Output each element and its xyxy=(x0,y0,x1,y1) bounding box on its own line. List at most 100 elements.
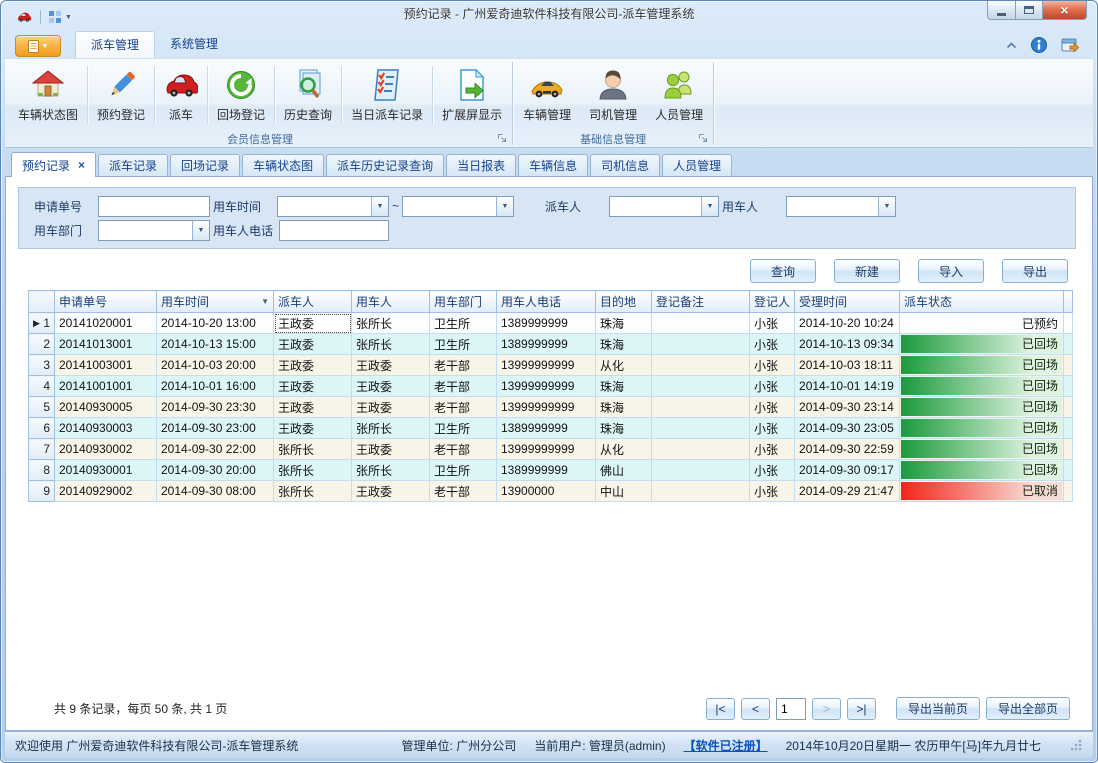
titlebar[interactable]: ▼ 预约记录 - 广州爱奇迪软件科技有限公司-派车管理系统 × xyxy=(5,1,1093,31)
close-tab-icon[interactable]: × xyxy=(78,158,85,172)
cell[interactable]: 珠海 xyxy=(596,376,652,397)
row-selector-cell[interactable]: 5 xyxy=(29,397,55,418)
software-registered-link[interactable]: 【软件已注册】 xyxy=(684,737,768,754)
cell[interactable]: 王政委 xyxy=(352,355,430,376)
cell[interactable]: 张所长 xyxy=(352,418,430,439)
cell[interactable] xyxy=(652,418,750,439)
cell[interactable]: 老干部 xyxy=(430,397,497,418)
cell[interactable]: 王政委 xyxy=(274,397,352,418)
cell[interactable]: 珠海 xyxy=(596,313,652,334)
new-button[interactable]: 新建 xyxy=(834,259,900,283)
dialog-launcher-icon[interactable] xyxy=(497,133,508,144)
dropdown-arrow-icon[interactable]: ▼ xyxy=(371,197,388,216)
row-selector-cell[interactable]: ▶1 xyxy=(29,313,55,334)
cell[interactable]: 20140930003 xyxy=(55,418,157,439)
column-header-申请单号[interactable]: 申请单号 xyxy=(55,291,157,313)
info-icon[interactable] xyxy=(1031,37,1047,53)
cell[interactable]: 2014-09-30 23:05 xyxy=(795,418,900,439)
cell[interactable]: 2014-10-13 09:34 xyxy=(795,334,900,355)
doc-tab-return-records[interactable]: 回场记录 xyxy=(170,154,240,176)
row-selector-cell[interactable]: 2 xyxy=(29,334,55,355)
cell[interactable]: 13999999999 xyxy=(497,376,596,397)
ribbon-button-return-register[interactable]: 回场登记 xyxy=(208,66,274,125)
pager-prev-button[interactable]: < xyxy=(741,698,770,720)
doc-tab-vehicle-info[interactable]: 车辆信息 xyxy=(518,154,588,176)
cell[interactable]: 13999999999 xyxy=(497,397,596,418)
table-row[interactable]: 4201410010012014-10-01 16:00王政委王政委老干部139… xyxy=(29,376,1073,397)
cell[interactable]: 王政委 xyxy=(274,418,352,439)
cell[interactable]: 2014-09-30 22:59 xyxy=(795,439,900,460)
cell[interactable]: 张所长 xyxy=(274,439,352,460)
cell[interactable]: 王政委 xyxy=(352,481,430,502)
resize-grip[interactable] xyxy=(1069,738,1083,752)
cell[interactable]: 13900000 xyxy=(497,481,596,502)
query-button[interactable]: 查询 xyxy=(750,259,816,283)
row-selector-cell[interactable]: 8 xyxy=(29,460,55,481)
cell[interactable] xyxy=(652,439,750,460)
cell[interactable]: 2014-10-03 20:00 xyxy=(157,355,274,376)
cell[interactable]: 王政委 xyxy=(274,313,352,334)
doc-tab-driver-info[interactable]: 司机信息 xyxy=(590,154,660,176)
cell[interactable]: 张所长 xyxy=(352,313,430,334)
cell[interactable]: 小张 xyxy=(750,355,795,376)
application-menu-button[interactable]: ▼ xyxy=(15,35,61,57)
minimize-button[interactable] xyxy=(987,1,1016,20)
cell[interactable]: 王政委 xyxy=(352,397,430,418)
request-no-input[interactable] xyxy=(98,196,210,217)
dropdown-arrow-icon[interactable]: ▼ xyxy=(192,221,209,240)
cell[interactable]: 1389999999 xyxy=(497,418,596,439)
ribbon-button-vehicle-management[interactable]: 车辆管理 xyxy=(514,66,580,125)
cell[interactable]: 小张 xyxy=(750,334,795,355)
cell[interactable]: 小张 xyxy=(750,418,795,439)
cell[interactable] xyxy=(652,334,750,355)
cell[interactable]: 20141001001 xyxy=(55,376,157,397)
use-time-from-combo[interactable]: ▼ xyxy=(277,196,389,217)
cell[interactable] xyxy=(652,460,750,481)
cell[interactable]: 13999999999 xyxy=(497,439,596,460)
cell[interactable]: 2014-10-01 14:19 xyxy=(795,376,900,397)
cell[interactable]: 佛山 xyxy=(596,460,652,481)
cell[interactable] xyxy=(652,397,750,418)
column-header-派车状态[interactable]: 派车状态 xyxy=(900,291,1064,313)
cell[interactable]: 珠海 xyxy=(596,334,652,355)
dropdown-arrow-icon[interactable]: ▼ xyxy=(496,197,513,216)
doc-tab-personnel-management[interactable]: 人员管理 xyxy=(662,154,732,176)
cell[interactable]: 2014-09-30 23:30 xyxy=(157,397,274,418)
ribbon-button-dispatch[interactable]: 派车 xyxy=(155,66,207,125)
use-time-to-combo[interactable]: ▼ xyxy=(402,196,514,217)
cell[interactable]: 20141003001 xyxy=(55,355,157,376)
cell[interactable]: 从化 xyxy=(596,439,652,460)
cell[interactable]: 王政委 xyxy=(274,334,352,355)
ribbon-button-personnel-management[interactable]: 人员管理 xyxy=(646,66,712,125)
row-selector-cell[interactable]: 4 xyxy=(29,376,55,397)
cell[interactable]: 13999999999 xyxy=(497,355,596,376)
dropdown-arrow-icon[interactable]: ▼ xyxy=(878,197,895,216)
cell[interactable]: 张所长 xyxy=(352,460,430,481)
cell[interactable]: 王政委 xyxy=(274,376,352,397)
cell[interactable]: 1389999999 xyxy=(497,334,596,355)
cell[interactable]: 小张 xyxy=(750,313,795,334)
cell[interactable]: 2014-09-30 23:00 xyxy=(157,418,274,439)
doc-tab-vehicle-status-map[interactable]: 车辆状态图 xyxy=(242,154,324,176)
doc-tab-daily-report[interactable]: 当日报表 xyxy=(446,154,516,176)
quick-access-toolbar[interactable]: ▼ xyxy=(48,10,72,24)
ribbon-tab-dispatch-management[interactable]: 派车管理 xyxy=(75,31,155,58)
cell[interactable]: 2014-09-30 23:14 xyxy=(795,397,900,418)
pager-next-button[interactable]: > xyxy=(812,698,841,720)
table-row[interactable]: 3201410030012014-10-03 20:00王政委王政委老干部139… xyxy=(29,355,1073,376)
export-all-pages-button[interactable]: 导出全部页 xyxy=(986,697,1070,720)
cell[interactable] xyxy=(652,313,750,334)
maximize-button[interactable] xyxy=(1016,1,1043,20)
cell[interactable]: 2014-10-20 13:00 xyxy=(157,313,274,334)
dropdown-arrow-icon[interactable]: ▼ xyxy=(701,197,718,216)
cell[interactable]: 1389999999 xyxy=(497,460,596,481)
row-selector-cell[interactable]: 6 xyxy=(29,418,55,439)
cell[interactable]: 2014-09-30 20:00 xyxy=(157,460,274,481)
cell[interactable]: 从化 xyxy=(596,355,652,376)
cell[interactable] xyxy=(652,376,750,397)
doc-tab-reservation-records[interactable]: 预约记录× xyxy=(11,152,96,177)
table-row[interactable]: 6201409300032014-09-30 23:00王政委张所长卫生所138… xyxy=(29,418,1073,439)
cell[interactable]: 20140930005 xyxy=(55,397,157,418)
cell[interactable]: 2014-10-03 18:11 xyxy=(795,355,900,376)
cell[interactable] xyxy=(652,355,750,376)
